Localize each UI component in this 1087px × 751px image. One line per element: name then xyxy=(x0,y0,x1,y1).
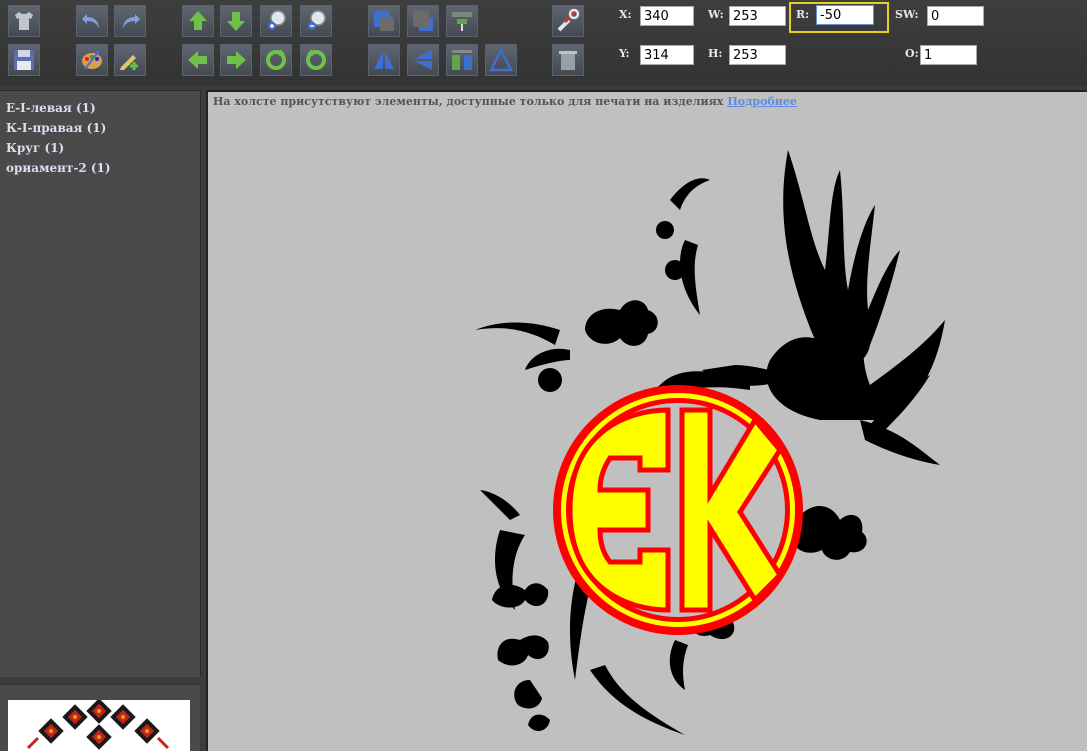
opacity-field[interactable] xyxy=(920,45,977,65)
arrow-down-icon xyxy=(227,12,245,31)
tools-button[interactable] xyxy=(552,5,584,37)
bring-front-button[interactable] xyxy=(368,5,400,37)
undo-icon xyxy=(82,14,99,29)
add-text-button[interactable] xyxy=(114,44,146,76)
triangle-outline-icon xyxy=(488,47,514,72)
undo-button[interactable] xyxy=(76,5,108,37)
text-shape-button[interactable] xyxy=(485,44,517,76)
distribute-button[interactable] xyxy=(446,44,478,76)
zoom-in-button[interactable] xyxy=(260,5,292,37)
rotate-cw-button[interactable] xyxy=(260,44,292,76)
send-back-button[interactable] xyxy=(407,5,439,37)
move-left-button[interactable] xyxy=(182,44,214,76)
trash-can-icon xyxy=(559,51,577,70)
h-field[interactable] xyxy=(729,45,786,65)
layer-list: Е-І-левая (1) К-І-правая (1) Круг (1) ор… xyxy=(0,91,200,178)
r-label: R: xyxy=(796,8,810,21)
layer-item-k-right[interactable]: К-І-правая (1) xyxy=(0,118,200,138)
save-button[interactable] xyxy=(8,44,40,76)
zoom-out-icon xyxy=(304,10,326,31)
sw-label: SW: xyxy=(895,8,919,21)
zoom-out-button[interactable] xyxy=(300,5,332,37)
layer-item-e-left[interactable]: Е-І-левая (1) xyxy=(0,98,200,118)
zoom-in-icon xyxy=(264,10,286,31)
flip-horizontal-button[interactable] xyxy=(368,44,400,76)
y-label: Y: xyxy=(619,47,630,60)
layers-panel: Е-І-левая (1) К-І-правая (1) Круг (1) ор… xyxy=(0,90,201,677)
redo-button[interactable] xyxy=(114,5,146,37)
flip-horizontal-icon xyxy=(374,51,394,69)
more-info-link[interactable]: Подробнее xyxy=(727,95,796,108)
flip-vertical-icon xyxy=(414,50,432,70)
flip-vertical-button[interactable] xyxy=(407,44,439,76)
palette-button[interactable] xyxy=(76,44,108,76)
tshirt-icon xyxy=(15,12,33,30)
redo-icon xyxy=(123,14,140,29)
o-label: O: xyxy=(905,47,919,60)
move-up-button[interactable] xyxy=(182,5,214,37)
send-back-icon xyxy=(413,11,433,31)
move-right-button[interactable] xyxy=(220,44,252,76)
rotation-field[interactable] xyxy=(816,5,874,25)
tshirt-button[interactable] xyxy=(8,5,40,37)
wrench-icon xyxy=(557,8,580,32)
x-label: X: xyxy=(619,8,632,21)
align-button[interactable] xyxy=(446,5,478,37)
layer-item-circle[interactable]: Круг (1) xyxy=(0,138,200,158)
pencil-add-icon xyxy=(120,55,138,70)
notice-text: На холсте присутствуют элементы, доступн… xyxy=(213,95,724,108)
bring-front-icon xyxy=(374,11,394,31)
stroke-width-field[interactable] xyxy=(927,6,984,26)
w-field[interactable] xyxy=(729,6,786,26)
layer-item-ornament[interactable]: ориамент-2 (1) xyxy=(0,158,200,178)
arrow-right-icon xyxy=(227,51,246,69)
ornament-thumbnail[interactable] xyxy=(8,700,190,751)
w-label: W: xyxy=(708,8,724,21)
move-down-button[interactable] xyxy=(220,5,252,37)
toolbar: X: W: R: SW: Y: H: O: xyxy=(0,0,1087,86)
preview-panel xyxy=(0,683,200,751)
design-canvas[interactable]: На холсте присутствуют элементы, доступн… xyxy=(206,90,1087,751)
palette-icon xyxy=(82,50,102,70)
delete-button[interactable] xyxy=(552,44,584,76)
align-icon xyxy=(452,12,472,31)
x-field[interactable] xyxy=(640,6,694,26)
print-only-notice: На холсте присутствуют элементы, доступн… xyxy=(213,95,797,108)
rotate-ccw-button[interactable] xyxy=(300,44,332,76)
floppy-disk-icon xyxy=(14,50,34,70)
rotate-cw-icon xyxy=(266,49,286,70)
arrow-up-icon xyxy=(189,11,207,30)
arrow-left-icon xyxy=(188,51,207,69)
h-label: H: xyxy=(708,47,723,60)
monogram-artwork[interactable] xyxy=(470,120,990,751)
distribute-icon xyxy=(452,50,472,70)
rotate-ccw-icon xyxy=(306,49,326,70)
y-field[interactable] xyxy=(640,45,694,65)
